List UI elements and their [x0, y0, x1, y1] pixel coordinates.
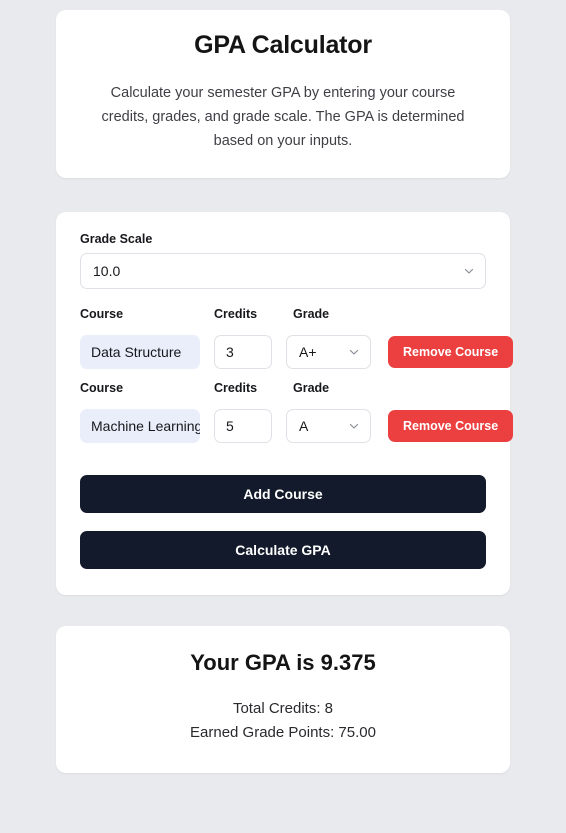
header-card: GPA Calculator Calculate your semester G…: [56, 10, 510, 178]
credits-label: Credits: [214, 306, 258, 321]
page-title: GPA Calculator: [194, 31, 372, 59]
grade-label: Grade: [293, 380, 330, 395]
course-row: Course Credits Grade Data Structure 3 A+…: [80, 307, 514, 369]
grade-select[interactable]: A: [286, 408, 371, 443]
course-row-inputs: Data Structure 3 A+ Remove Course: [80, 334, 514, 369]
add-course-button[interactable]: Add Course: [80, 474, 486, 513]
result-card: Your GPA is 9.375 Total Credits: 8 Earne…: [56, 625, 510, 774]
calculate-gpa-button[interactable]: Calculate GPA: [80, 530, 486, 569]
grade-label: Grade: [293, 306, 330, 321]
credits-input[interactable]: 5: [214, 408, 272, 443]
gpa-form-card: Grade Scale 10.0 Course Credits Grade Da…: [56, 211, 514, 595]
course-label: Course: [80, 306, 124, 321]
course-name-input[interactable]: Data Structure: [80, 334, 200, 369]
course-row-labels: Course Credits Grade: [80, 307, 486, 328]
grade-scale-field: Grade Scale 10.0: [80, 232, 486, 289]
course-row: Course Credits Grade Machine Learning 5 …: [80, 381, 514, 443]
course-name-input[interactable]: Machine Learning: [80, 408, 200, 443]
remove-course-button[interactable]: Remove Course: [388, 409, 514, 442]
gpa-result-heading: Your GPA is 9.375: [190, 649, 376, 675]
page-description: Calculate your semester GPA by entering …: [101, 84, 465, 150]
remove-course-button[interactable]: Remove Course: [388, 335, 514, 368]
grade-scale-value: 10.0: [80, 252, 486, 289]
earned-grade-points-text: Earned Grade Points: 75.00: [190, 724, 376, 742]
grade-value: A: [286, 408, 371, 443]
grade-scale-select[interactable]: 10.0: [80, 252, 486, 289]
grade-scale-label: Grade Scale: [80, 231, 153, 246]
course-label: Course: [80, 380, 124, 395]
credits-label: Credits: [214, 380, 258, 395]
form-actions: Add Course Calculate GPA: [80, 474, 486, 569]
app-root: GPA Calculator Calculate your semester G…: [0, 0, 566, 833]
credits-input[interactable]: 3: [214, 334, 272, 369]
total-credits-text: Total Credits: 8: [232, 699, 334, 717]
grade-select[interactable]: A+: [286, 334, 371, 369]
course-row-inputs: Machine Learning 5 A Remove Course: [80, 408, 514, 443]
course-row-labels: Course Credits Grade: [80, 381, 486, 402]
grade-value: A+: [286, 334, 371, 369]
